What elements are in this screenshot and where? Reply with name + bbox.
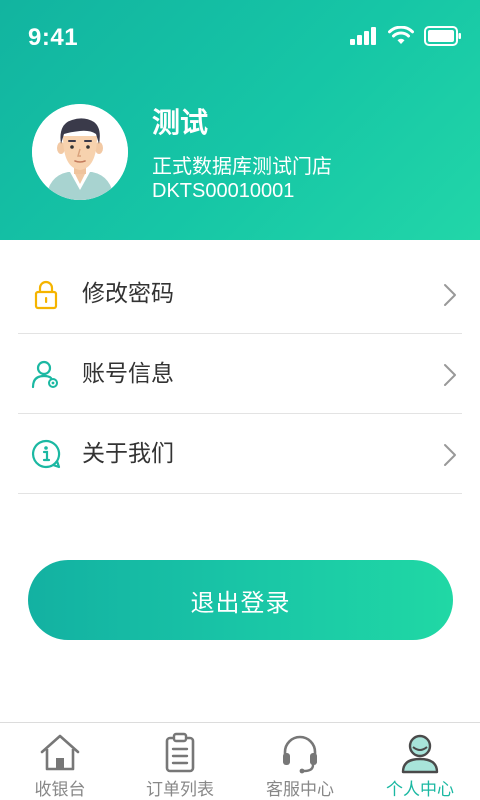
battery-icon xyxy=(424,26,461,46)
tab-label: 客服中心 xyxy=(266,780,334,800)
menu-item-account-info[interactable]: 账号信息 xyxy=(18,334,462,414)
lock-icon xyxy=(34,280,58,310)
person-icon xyxy=(401,734,439,774)
headset-icon xyxy=(283,735,317,774)
wifi-icon xyxy=(388,26,414,44)
menu-item-change-password[interactable]: 修改密码 xyxy=(18,254,462,334)
tab-personal-center[interactable]: 个人中心 xyxy=(360,723,480,800)
tab-cashier[interactable]: 收银台 xyxy=(0,723,120,800)
menu-item-label: 账号信息 xyxy=(82,361,174,387)
settings-menu: 修改密码 账号信息 关于我们 xyxy=(0,254,480,494)
profile-store-code: DKTS00010001 xyxy=(152,180,295,202)
user-settings-icon xyxy=(31,360,58,389)
menu-item-about-us[interactable]: 关于我们 xyxy=(18,414,462,494)
home-icon xyxy=(40,734,80,771)
profile-store-name: 正式数据库测试门店 xyxy=(152,154,332,178)
avatar-illustration-icon xyxy=(32,104,128,200)
logout-button[interactable]: 退出登录 xyxy=(28,560,453,640)
info-bubble-icon xyxy=(31,439,61,469)
profile-header: 9:41 测试 正式数据库测试门店 DKTS00010001 xyxy=(0,0,480,240)
status-icons xyxy=(350,26,462,46)
chevron-right-icon xyxy=(444,364,456,386)
profile-name: 测试 xyxy=(152,106,209,139)
avatar[interactable] xyxy=(32,104,128,200)
status-time: 9:41 xyxy=(28,24,79,51)
tab-label: 订单列表 xyxy=(146,780,214,800)
tab-label: 个人中心 xyxy=(386,780,454,800)
tab-label: 收银台 xyxy=(34,780,86,800)
clipboard-icon xyxy=(165,732,195,773)
bottom-tab-bar: 收银台 订单列表 客服中心 个人中心 xyxy=(0,722,480,800)
signal-icon xyxy=(350,27,376,45)
tab-order-list[interactable]: 订单列表 xyxy=(120,723,240,800)
chevron-right-icon xyxy=(444,444,456,466)
chevron-right-icon xyxy=(444,284,456,306)
menu-item-label: 修改密码 xyxy=(82,281,174,307)
status-bar: 9:41 xyxy=(0,0,480,80)
tab-customer-service[interactable]: 客服中心 xyxy=(240,723,360,800)
menu-item-label: 关于我们 xyxy=(82,441,174,467)
